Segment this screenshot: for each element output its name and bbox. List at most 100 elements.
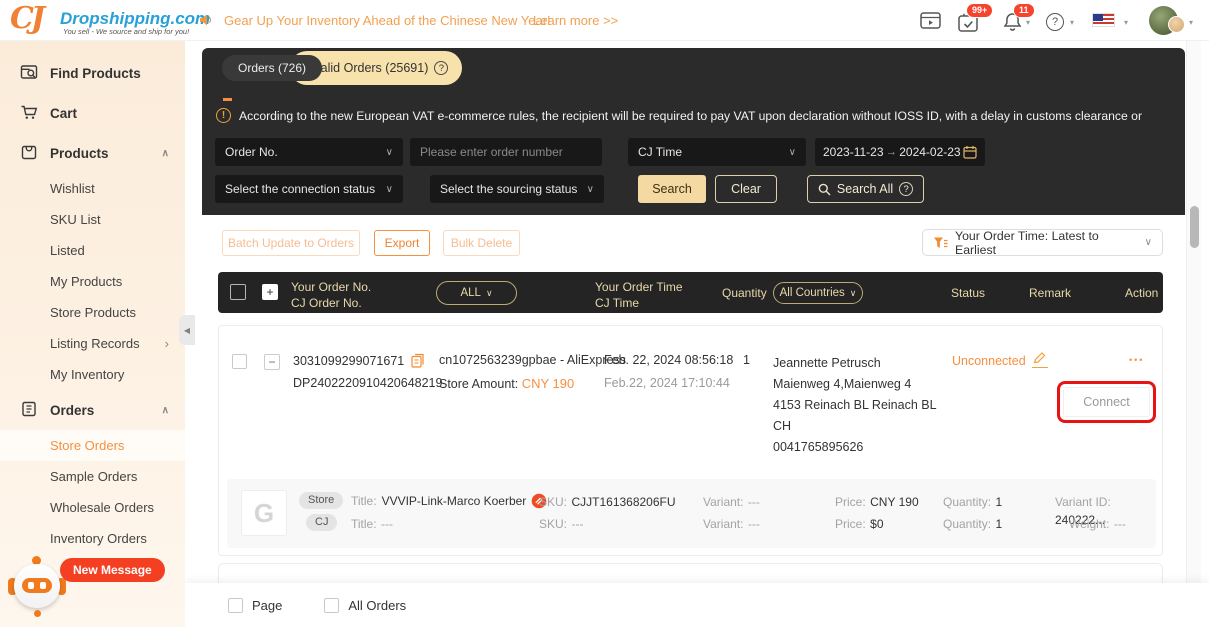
edit-remark-icon[interactable]	[1032, 352, 1048, 368]
chevron-down-icon: ▾	[1189, 18, 1194, 27]
customer-address-1: Maienweg 4,Maienweg 4	[773, 377, 912, 391]
product-image[interactable]: G	[241, 490, 287, 536]
sidebar-item-inventory-orders[interactable]: Inventory Orders	[0, 523, 185, 554]
column-order-time: Your Order Time CJ Time	[595, 280, 683, 311]
select-all-checkbox[interactable]	[230, 284, 246, 300]
logo-cj-mark: CJ	[10, 1, 45, 36]
connection-status-select[interactable]: Select the connection status ∨	[215, 175, 403, 203]
order-time-sort-dropdown[interactable]: Your Order Time: Latest to Earliest ∨	[922, 229, 1163, 257]
date-from: 2023-11-23	[823, 145, 884, 159]
sidebar-item-my-products[interactable]: My Products	[0, 266, 185, 297]
sidebar-sub-label: Store Orders	[50, 438, 125, 453]
collapse-row-button[interactable]: −	[264, 354, 280, 370]
select-value: CJ Time	[638, 145, 683, 159]
video-guide-icon[interactable]	[920, 11, 941, 35]
sidebar-item-find-products[interactable]: Find Products	[0, 53, 185, 93]
page-scrollbar-track[interactable]	[1186, 41, 1201, 627]
order-source: cn1072563239gpbae - AliExpress	[439, 353, 626, 367]
select-value: Select the connection status	[225, 182, 376, 196]
flag-canton	[1093, 14, 1103, 21]
chevron-down-icon: ∨	[586, 183, 594, 195]
new-message-badge[interactable]: New Message	[60, 558, 165, 582]
sidebar: Find Products Cart Products ∧ Wishlist S…	[0, 41, 185, 627]
countries-filter-dropdown[interactable]: All Countries ∨	[773, 282, 863, 304]
chevron-down-icon: ▾	[1070, 18, 1075, 27]
page-checkbox[interactable]	[228, 597, 243, 613]
row-checkbox[interactable]	[232, 354, 247, 369]
date-range-picker[interactable]: 2023-11-23 → 2024-02-23	[815, 138, 985, 166]
search-all-button[interactable]: Search All ?	[807, 175, 924, 203]
batch-update-button[interactable]: Batch Update to Orders	[222, 230, 360, 256]
customer-name: Jeannette Petrusch	[773, 356, 881, 370]
sidebar-item-listing-records[interactable]: Listing Records ›	[0, 328, 185, 359]
store-variant: ---	[747, 495, 760, 509]
help-icon[interactable]: ?	[1046, 13, 1064, 31]
cj-price-row: Price: $0	[835, 517, 884, 531]
sidebar-item-store-orders[interactable]: Store Orders	[0, 430, 185, 461]
order-number-input[interactable]	[410, 138, 602, 166]
announcement-text: Gear Up Your Inventory Ahead of the Chin…	[224, 13, 551, 28]
search-button[interactable]: Search	[638, 175, 706, 203]
platform-filter-dropdown[interactable]: ALL ∨	[436, 281, 517, 305]
sidebar-sub-label: Listed	[50, 243, 85, 258]
sidebar-sub-label: Wholesale Orders	[50, 500, 155, 515]
store-variant-row: Variant: ---	[703, 495, 760, 509]
cj-sku-row: SKU: ---	[539, 517, 584, 531]
logo-tagline: You sell - We source and ship for you!	[63, 27, 190, 36]
page-scrollbar-thumb[interactable]	[1190, 206, 1199, 248]
avatar-secondary	[1168, 16, 1185, 33]
select-value: Order No.	[225, 145, 278, 159]
sidebar-item-sample-orders[interactable]: Sample Orders	[0, 461, 185, 492]
column-order-no: Your Order No. CJ Order No.	[291, 280, 372, 311]
column-quantity: Quantity	[722, 286, 767, 300]
sidebar-item-wishlist[interactable]: Wishlist	[0, 173, 185, 204]
collapse-left-icon: ◀	[183, 325, 191, 335]
chevron-down-icon: ∨	[788, 146, 796, 158]
store-amount-label: Store Amount:	[439, 377, 519, 391]
order-no-select[interactable]: Order No. ∨	[215, 138, 403, 166]
sidebar-item-my-inventory[interactable]: My Inventory	[0, 359, 185, 390]
orders-table-header: + Your Order No. CJ Order No. ALL ∨ Your …	[218, 272, 1163, 313]
connect-button[interactable]: Connect	[1063, 387, 1150, 417]
sidebar-item-products[interactable]: Products ∧	[0, 133, 185, 173]
sidebar-item-wholesale-orders[interactable]: Wholesale Orders	[0, 492, 185, 523]
learn-more-link[interactable]: Learn more >>	[533, 13, 618, 28]
weight-row: Weight: ---	[1069, 517, 1126, 531]
more-actions-button[interactable]: •••	[1129, 355, 1144, 365]
store-amount-value: CNY 190	[521, 376, 575, 391]
status-badge: Unconnected	[952, 354, 1026, 368]
sidebar-sub-label: Listing Records	[50, 336, 140, 351]
cj-qty: 1	[995, 517, 1003, 531]
language-flag-icon[interactable]	[1092, 13, 1115, 27]
arrow-right-icon: →	[885, 146, 897, 158]
customer-address-block: Jeannette Petrusch Maienweg 4,Maienweg 4…	[773, 353, 937, 458]
export-button[interactable]: Export	[374, 230, 430, 256]
sidebar-label: Find Products	[50, 65, 141, 81]
chat-mascot[interactable]	[8, 556, 66, 618]
clear-button[interactable]: Clear	[715, 175, 777, 203]
sidebar-item-cart[interactable]: Cart	[0, 93, 185, 133]
chevron-down-icon: ▾	[1026, 18, 1031, 27]
all-orders-checkbox[interactable]	[324, 597, 340, 613]
store-badge: Store	[299, 492, 344, 509]
store-product-title: VVVIP-Link-Marco Koerber	[381, 494, 527, 508]
sidebar-item-orders[interactable]: Orders ∧	[0, 390, 185, 430]
sidebar-item-listed[interactable]: Listed	[0, 235, 185, 266]
bulk-delete-button[interactable]: Bulk Delete	[443, 230, 520, 256]
chevron-down-icon: ∨	[849, 287, 857, 298]
sidebar-item-store-products[interactable]: Store Products	[0, 297, 185, 328]
sidebar-sub-label: SKU List	[50, 212, 101, 227]
column-remark: Remark	[1029, 286, 1072, 300]
copy-order-icon[interactable]	[410, 353, 425, 368]
sidebar-item-sku-list[interactable]: SKU List	[0, 204, 185, 235]
page-checkbox-label: Page	[252, 597, 283, 613]
cj-time-select[interactable]: CJ Time ∨	[628, 138, 806, 166]
store-qty-row: Quantity: 1	[943, 495, 1003, 509]
sourcing-status-select[interactable]: Select the sourcing status ∨	[430, 175, 604, 203]
tab-orders[interactable]: Orders (726)	[222, 55, 323, 81]
expand-all-button[interactable]: +	[262, 284, 278, 300]
product-subrow: G Store CJ Title: VVVIP-Link-Marco Koerb…	[227, 479, 1156, 548]
sidebar-collapse-handle[interactable]: ◀	[179, 315, 195, 345]
cj-title-row: Title: ---	[351, 517, 394, 531]
logo[interactable]: CJ	[10, 1, 45, 36]
